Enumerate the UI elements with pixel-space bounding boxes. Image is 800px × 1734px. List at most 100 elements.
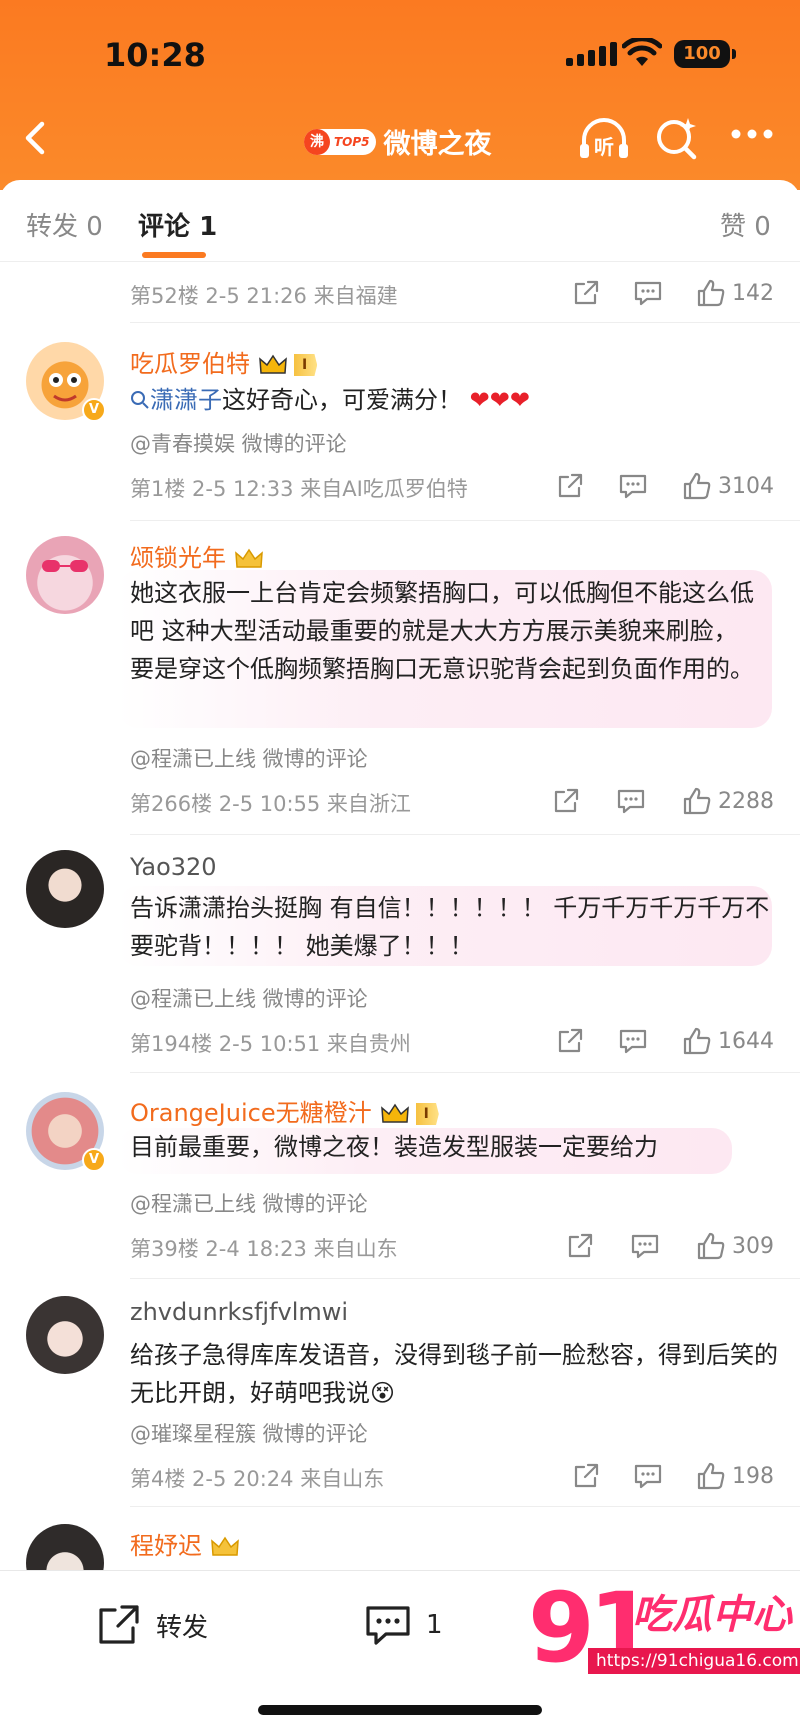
comment-actions: 1644 — [556, 1026, 774, 1056]
comment-text: 给孩子急得库库发语音，没得到毯子前一脸愁容，得到后笑的无比开朗，好萌吧我说😵 — [130, 1341, 778, 1407]
avatar[interactable] — [26, 1296, 104, 1374]
share-icon — [554, 788, 579, 813]
watermark-brand: 吃瓜中心 — [632, 1592, 792, 1638]
watermark: 91 吃瓜中心 https://91chigua16.com — [524, 1572, 800, 1684]
comment-icon — [634, 281, 662, 306]
divider — [130, 520, 800, 521]
share-button[interactable] — [552, 787, 580, 815]
comment-count: 1 — [426, 1610, 443, 1640]
topic-rank: TOP5 — [334, 134, 370, 149]
reply-button[interactable] — [633, 1462, 663, 1490]
listen-icon[interactable]: 听 — [578, 116, 630, 164]
verified-badge-icon: V — [82, 1148, 106, 1172]
comment-author[interactable]: OrangeJuice无糖橙汁 I — [130, 1093, 439, 1128]
comment-author[interactable]: 吃瓜罗伯特 I — [130, 344, 318, 379]
tab-comments[interactable]: 评论 1 — [138, 206, 217, 243]
comment-author[interactable]: Yao320 — [130, 853, 217, 881]
like-button[interactable]: 198 — [696, 1461, 774, 1491]
search-icon[interactable] — [654, 116, 700, 162]
comment-icon — [634, 1464, 662, 1489]
thumbs-up-icon — [697, 279, 725, 307]
avatar[interactable] — [26, 850, 104, 928]
comment-icon — [366, 1606, 410, 1645]
repost-icon — [99, 1605, 139, 1644]
home-indicator — [258, 1705, 542, 1715]
comment-source[interactable]: @青春摸娱 微博的评论 — [130, 428, 347, 458]
thumbs-up-icon — [683, 1027, 711, 1055]
comment-text: 她这衣服一上台肯定会频繁捂胸口，可以低胸但不能这么低吧 这种大型活动最重要的就是… — [130, 579, 754, 683]
share-icon — [558, 1028, 583, 1053]
tab-likes[interactable]: 赞 0 — [720, 206, 771, 243]
like-button[interactable]: 1644 — [682, 1026, 774, 1056]
reply-button[interactable] — [630, 1232, 660, 1260]
divider — [130, 1278, 800, 1279]
share-button[interactable] — [556, 1027, 584, 1055]
reply-button[interactable] — [618, 472, 648, 500]
topic-header[interactable]: 沸 TOP5 微博之夜 — [304, 122, 492, 161]
share-button[interactable] — [556, 472, 584, 500]
share-button[interactable] — [572, 279, 600, 307]
comment-meta: 第39楼 2-4 18:23 来自山东 — [130, 1237, 398, 1261]
cellular-signal-icon — [566, 42, 617, 66]
reply-button[interactable] — [616, 787, 646, 815]
like-count: 309 — [732, 1233, 774, 1259]
comment-source[interactable]: @程潇已上线 微博的评论 — [130, 983, 368, 1013]
like-count: 1644 — [718, 1028, 774, 1054]
comment-meta: 第1楼 2-5 12:33 来自AI吃瓜罗伯特 — [130, 477, 468, 501]
comment-actions: 2288 — [552, 786, 774, 816]
comment-author[interactable]: 颂锁光年 — [130, 538, 264, 573]
comment-actions: 198 — [572, 1461, 774, 1491]
more-icon[interactable] — [730, 128, 774, 140]
crown-icon — [380, 1103, 409, 1123]
comment-actions: 3104 — [556, 471, 774, 501]
verified-badge-icon: V — [82, 398, 106, 422]
like-button[interactable]: 309 — [696, 1231, 774, 1261]
like-button[interactable]: 142 — [696, 278, 774, 308]
comment-actions: 142 — [572, 278, 774, 308]
thumbs-up-icon — [683, 787, 711, 815]
thumbs-up-icon — [697, 1232, 725, 1260]
svg-text:听: 听 — [594, 135, 614, 159]
crown-icon — [211, 1536, 239, 1556]
like-count: 142 — [732, 280, 774, 306]
tab-repost[interactable]: 转发 0 — [26, 206, 103, 243]
heart-emoji-icon: ❤❤❤ — [469, 386, 530, 414]
avatar[interactable] — [26, 536, 104, 614]
hot-fei-icon: 沸 — [304, 128, 330, 155]
comment-source[interactable]: @璀璨星程簇 微博的评论 — [130, 1418, 368, 1448]
divider — [130, 1506, 800, 1507]
share-icon — [574, 280, 599, 305]
repost-button[interactable]: 转发 — [96, 1603, 208, 1647]
mention-link[interactable]: 潇潇子 — [150, 386, 222, 414]
comment-text: 目前最重要，微博之夜！装造发型服装一定要给力 — [130, 1133, 658, 1161]
comment-button[interactable]: 1 — [364, 1603, 443, 1647]
top-nav: 沸 TOP5 微博之夜 听 — [0, 112, 800, 168]
comment-meta: 第4楼 2-5 20:24 来自山东 — [130, 1467, 385, 1491]
divider — [130, 1072, 800, 1073]
like-button[interactable]: 3104 — [682, 471, 774, 501]
comment-source[interactable]: @程潇已上线 微博的评论 — [130, 743, 368, 773]
watermark-url: https://91chigua16.com — [588, 1648, 800, 1674]
share-icon — [558, 473, 583, 498]
member-level-badge: I — [294, 354, 318, 376]
comment-icon — [631, 1234, 659, 1259]
tab-bar: 转发 0 评论 1 赞 0 — [0, 180, 800, 262]
thumbs-up-icon — [683, 472, 711, 500]
like-count: 198 — [732, 1463, 774, 1489]
comment-source[interactable]: @程潇已上线 微博的评论 — [130, 1188, 368, 1218]
share-button[interactable] — [566, 1232, 594, 1260]
back-icon[interactable] — [20, 118, 50, 158]
status-time: 10:28 — [104, 36, 206, 74]
share-button[interactable] — [572, 1462, 600, 1490]
comment-meta: 第194楼 2-5 10:51 来自贵州 — [130, 1032, 411, 1056]
like-count: 2288 — [718, 788, 774, 814]
reply-button[interactable] — [633, 279, 663, 307]
divider — [130, 834, 800, 835]
reply-button[interactable] — [618, 1027, 648, 1055]
wifi-icon — [622, 38, 662, 66]
comment-author[interactable]: 程妤迟 — [130, 1526, 240, 1561]
share-icon — [574, 1463, 599, 1488]
like-button[interactable]: 2288 — [682, 786, 774, 816]
emoji-icon: 😵 — [370, 1379, 396, 1407]
comment-author[interactable]: zhvdunrksfjfvlmwi — [130, 1298, 348, 1326]
